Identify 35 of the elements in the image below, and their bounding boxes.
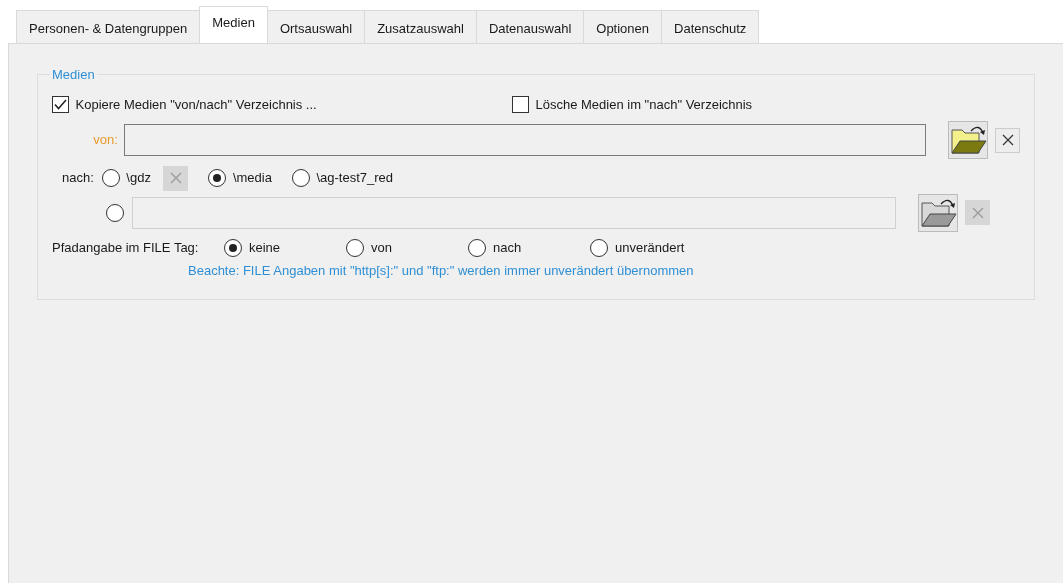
close-icon [971, 206, 984, 219]
checkbox-label: Kopiere Medien "von/nach" Verzeichnis ... [75, 96, 317, 114]
radio-label: unverändert [614, 239, 685, 258]
field-label: nach: [62, 169, 94, 188]
tab[interactable]: Datenschutz [661, 10, 760, 43]
radio-button[interactable] [346, 239, 365, 257]
note-text: Beachte: FILE Angaben mit "http[s]:" und "ftp:" werden immer unverändert übernommen [187, 262, 695, 280]
radio-button[interactable] [224, 239, 243, 257]
radio-button[interactable] [590, 239, 609, 257]
tab[interactable]: Optionen [583, 10, 663, 43]
checkbox-label: Lösche Medien im "nach" Verzeichnis [535, 96, 753, 114]
clear-button[interactable] [995, 127, 1020, 153]
field-label: von: [92, 131, 119, 150]
folder-button[interactable] [948, 121, 988, 159]
radio-button[interactable] [468, 239, 487, 257]
radio-button[interactable] [208, 169, 227, 187]
radio-label: nach [492, 239, 522, 258]
tab[interactable]: Ortsauswahl [266, 10, 366, 43]
input-field[interactable] [123, 124, 926, 156]
radio-label: von [370, 239, 392, 258]
tab[interactable]: Datenauswahl [475, 10, 585, 43]
checkbox[interactable] [512, 96, 529, 114]
field-label: Pfadangabe im FILE Tag: [52, 239, 199, 258]
radio-label: \gdz [126, 169, 151, 188]
tab[interactable]: Zusatzauswahl [364, 10, 477, 43]
close-icon [169, 172, 182, 184]
radio-button[interactable] [291, 169, 310, 187]
radio-label: \ag-test7_red [316, 169, 394, 188]
checkbox[interactable] [52, 96, 69, 114]
folder-button[interactable] [918, 193, 958, 232]
radio-button[interactable] [101, 169, 120, 187]
radio-label: keine [248, 239, 281, 258]
radio-label: \media [232, 169, 272, 188]
close-icon [1001, 134, 1014, 146]
tab[interactable]: Personen- & Datengruppen [16, 10, 201, 43]
